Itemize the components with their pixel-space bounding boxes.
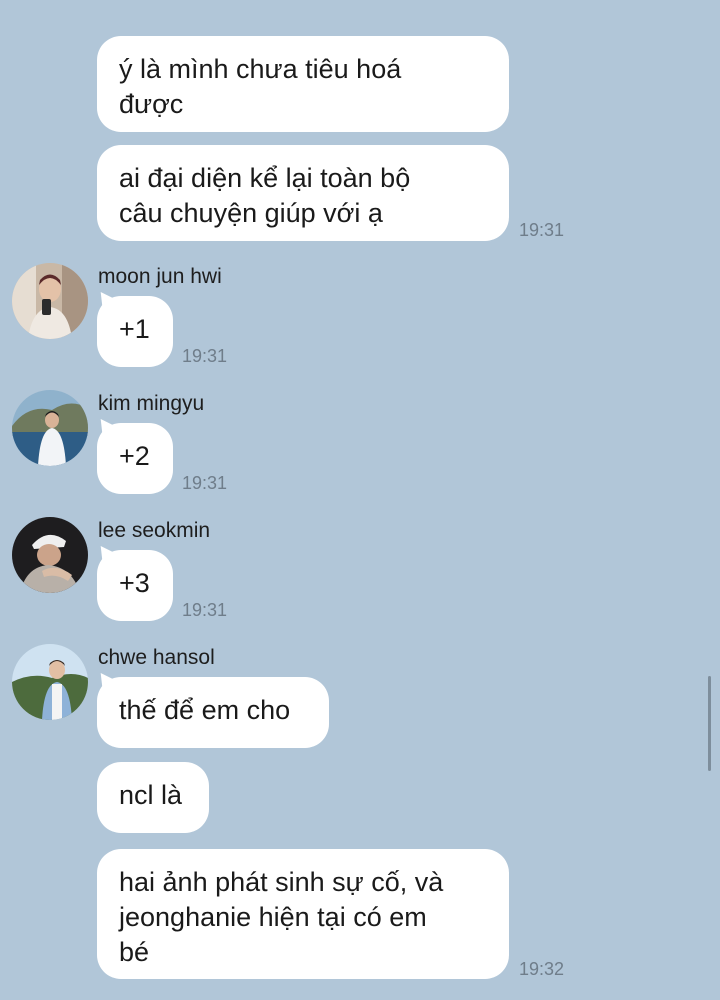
sender-name[interactable]: lee seokmin: [98, 519, 210, 543]
sender-name[interactable]: chwe hansol: [98, 646, 215, 670]
message-bubble[interactable]: ai đại diện kể lại toàn bộ câu chuyện gi…: [97, 145, 509, 241]
message-timestamp: 19:31: [182, 346, 228, 366]
message-bubble[interactable]: ý là mình chưa tiêu hoá được: [97, 36, 509, 132]
message-timestamp: 19:31: [519, 220, 565, 240]
message-timestamp: 19:31: [182, 473, 228, 493]
sender-name[interactable]: kim mingyu: [98, 392, 204, 416]
avatar-lee-seokmin[interactable]: [12, 517, 88, 593]
message-bubble[interactable]: +1: [97, 296, 173, 367]
avatar-chwe-hansol[interactable]: [12, 644, 88, 720]
avatar-kim-mingyu[interactable]: [12, 390, 88, 466]
avatar-moon-jun-hwi[interactable]: [12, 263, 88, 339]
chat-view: ý là mình chưa tiêu hoá được ai đại diện…: [0, 0, 720, 1000]
message-bubble[interactable]: thế để em cho: [97, 677, 329, 748]
message-bubble[interactable]: +3: [97, 550, 173, 621]
message-timestamp: 19:31: [182, 600, 228, 620]
scrollbar[interactable]: [708, 676, 711, 771]
message-timestamp: 19:32: [519, 959, 565, 979]
sender-name[interactable]: moon jun hwi: [98, 265, 222, 289]
message-bubble[interactable]: hai ảnh phát sinh sự cố, và jeonghanie h…: [97, 849, 509, 979]
message-bubble[interactable]: +2: [97, 423, 173, 494]
message-bubble[interactable]: ncl là: [97, 762, 209, 833]
